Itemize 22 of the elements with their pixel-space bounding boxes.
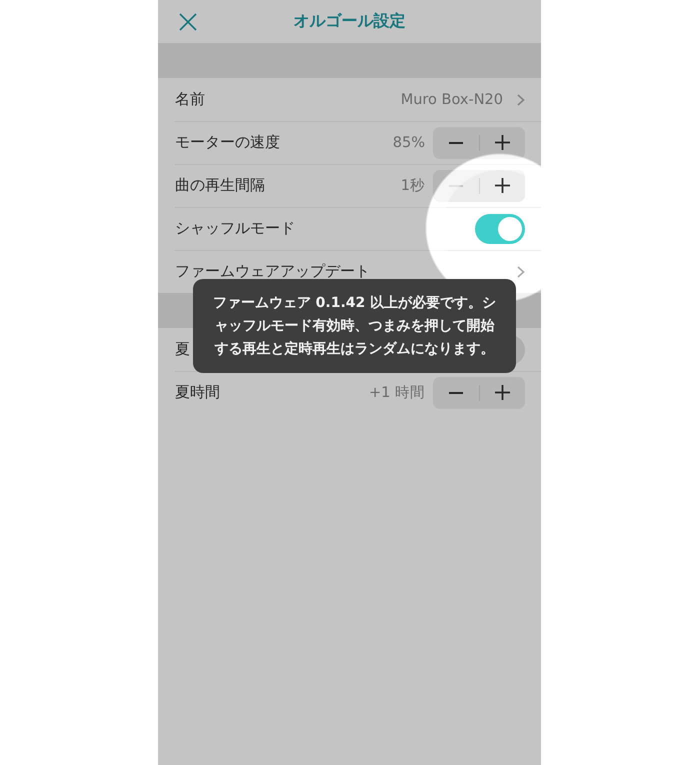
minus-icon <box>448 142 463 144</box>
row-label: 曲の再生間隔 <box>175 176 265 195</box>
toggle-switch[interactable] <box>475 214 525 244</box>
row-label: シャッフルモード <box>175 219 295 238</box>
row-value: Muro Box-N20 <box>400 92 503 108</box>
screen-title: オルゴール設定 <box>294 11 406 32</box>
row-label: 夏時間 <box>175 383 220 402</box>
chevron-icon <box>517 94 525 106</box>
minus-icon <box>448 392 463 394</box>
row-value: +1 時間 <box>369 384 425 402</box>
row-label: 夏 <box>175 340 190 359</box>
row-label: 名前 <box>175 90 205 109</box>
row-value: 1秒 <box>400 177 425 195</box>
plus-icon <box>494 385 510 400</box>
row-value: 85% <box>392 134 425 150</box>
plus-icon <box>494 178 510 193</box>
plus-icon <box>494 135 510 150</box>
close-icon[interactable] <box>179 13 197 31</box>
row-label: ファームウェアアップデート <box>175 262 370 281</box>
tooltip-text: ファームウェア 0.1.42 以上が必要です。シャッフルモード有効時、つまみを押して開始する再生と定時再生はランダムになります。 <box>212 294 498 358</box>
chevron-icon <box>517 266 525 278</box>
row-label: モーターの速度 <box>175 133 280 152</box>
